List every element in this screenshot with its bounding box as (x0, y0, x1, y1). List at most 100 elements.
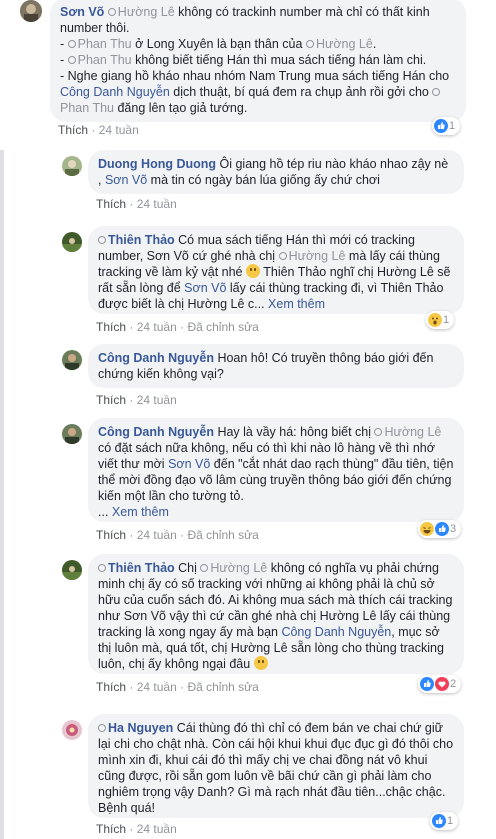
avatar[interactable] (62, 560, 82, 580)
tagged-user[interactable]: Hường Lê (316, 37, 373, 51)
reaction-count[interactable]: 3 (418, 520, 462, 538)
commenter-name[interactable]: Thiên Thảo (98, 561, 175, 575)
commenter-name[interactable]: Thiên Thảo (98, 233, 175, 247)
like-button[interactable]: Thích (96, 528, 126, 542)
reaction-count[interactable]: 2 (418, 675, 462, 693)
smile-emoji-icon (245, 264, 260, 278)
timestamp[interactable]: 24 tuần (137, 528, 177, 542)
separator: · (129, 528, 134, 542)
tag-icon (107, 8, 116, 16)
separator: · (180, 680, 185, 694)
comment-meta: Thích · 24 tuần · Đã chỉnh sửa (96, 680, 259, 694)
reaction-count[interactable]: 1 (432, 117, 461, 135)
comment-text: - Nghe giang hồ kháo nhau nhóm Nam Trung… (60, 69, 450, 83)
comment-text: ở Long Xuyên là bạn thân của (131, 37, 306, 51)
mention-link[interactable]: Công Danh Nguyễn (60, 85, 170, 99)
separator: · (129, 320, 134, 334)
commenter-name[interactable]: Duong Hong Duong (98, 157, 216, 171)
comment-text: Hay là vầy há: hông biết chị (213, 425, 375, 439)
tag-icon (98, 564, 106, 572)
comment-bubble: Ha Nguyen Cái thùng đó thì chỉ có đem bá… (88, 714, 464, 818)
separator: · (129, 822, 134, 836)
tagged-user[interactable]: Hường Lê (384, 425, 441, 439)
comment-text: Cái thùng đó thì chỉ có đem bán ve chai … (98, 721, 454, 815)
comment-meta: Thích · 24 tuần (96, 197, 177, 211)
like-button[interactable]: Thích (96, 393, 126, 407)
commenter-name[interactable]: Ha Nguyen (98, 721, 173, 735)
comment-meta: Thích · 24 tuần · Đã chỉnh sửa (96, 528, 259, 542)
edited-label[interactable]: Đã chỉnh sửa (187, 680, 258, 694)
tagged-user[interactable]: Phan Thu (78, 53, 132, 67)
tagged-user[interactable]: Phan Thu (78, 37, 132, 51)
comment-text: dịch thuật, bí quá đem ra chụp ảnh rồi g… (169, 85, 433, 99)
tag-icon (67, 40, 76, 48)
timestamp[interactable]: 24 tuần (99, 123, 139, 137)
like-button[interactable]: Thích (96, 320, 126, 334)
like-button[interactable]: Thích (96, 197, 126, 211)
edited-label[interactable]: Đã chỉnh sửa (187, 528, 258, 542)
mention-link[interactable]: Công Danh Nguyễn (281, 625, 391, 639)
tagged-user[interactable]: Hường Lê (210, 561, 267, 575)
timestamp[interactable]: 24 tuần (137, 680, 177, 694)
tag-icon (98, 236, 106, 244)
like-button[interactable]: Thích (96, 822, 126, 836)
avatar[interactable] (62, 232, 82, 252)
avatar[interactable] (62, 350, 82, 370)
commenter-name[interactable]: Sơn Võ (60, 5, 104, 19)
see-more-link[interactable]: Xem thêm (112, 505, 169, 519)
timestamp[interactable]: 24 tuần (137, 822, 177, 836)
tagged-user[interactable]: Phan Thu (60, 101, 114, 115)
reaction-number: 1 (447, 815, 454, 827)
tag-icon (67, 56, 76, 64)
commenter-name[interactable]: Công Danh Nguyễn (98, 351, 214, 365)
like-reaction-icon (434, 119, 448, 133)
timestamp[interactable]: 24 tuần (137, 393, 177, 407)
comment-text: không biết tiếng Hán thì mua sách tiếng … (131, 53, 427, 67)
mention-link[interactable]: Sơn Võ (105, 173, 147, 187)
timestamp[interactable]: 24 tuần (137, 197, 177, 211)
tagged-user[interactable]: Hường Lê (118, 5, 175, 19)
reaction-count[interactable]: 1 (430, 812, 459, 830)
comment-text: - (60, 53, 68, 67)
separator: · (180, 320, 185, 334)
tagged-user[interactable]: Hường Lê (289, 249, 346, 263)
comment-bubble: Duong Hong Duong Ôi giang hồ tép riu nào… (88, 150, 464, 194)
mention-link[interactable]: Sơn Võ (184, 281, 226, 295)
like-reaction-icon (432, 814, 446, 828)
avatar[interactable] (62, 156, 82, 176)
love-reaction-icon (435, 677, 449, 691)
mention-link[interactable]: Sơn Võ (168, 457, 210, 471)
like-button[interactable]: Thích (96, 680, 126, 694)
tag-icon (305, 40, 314, 48)
reaction-number: 3 (450, 523, 457, 535)
avatar[interactable] (62, 720, 82, 740)
timestamp[interactable]: 24 tuần (137, 320, 177, 334)
see-more-link[interactable]: Xem thêm (268, 297, 325, 311)
avatar[interactable] (62, 424, 82, 444)
reaction-number: 2 (450, 678, 457, 690)
comment-text: ... (98, 505, 112, 519)
comment-text: Chị (174, 561, 201, 575)
comment-meta: Thích · 24 tuần (58, 123, 139, 137)
comment-bubble: Sơn Võ Hường Lê không có trackinh number… (50, 0, 466, 122)
commenter-name[interactable]: Công Danh Nguyễn (98, 425, 214, 439)
comment-meta: Thích · 24 tuần · Đã chỉnh sửa (96, 320, 259, 334)
like-reaction-icon (420, 677, 434, 691)
comment-text: - (60, 37, 68, 51)
wow-reaction-icon (428, 313, 442, 327)
tag-icon (374, 428, 383, 436)
reaction-count[interactable]: 1 (426, 311, 455, 329)
comment-bubble: Thiên Thảo Chị Hường Lê không có nghĩa v… (88, 554, 464, 674)
avatar[interactable] (20, 0, 42, 22)
like-button[interactable]: Thích (58, 123, 88, 137)
reaction-number: 1 (449, 120, 456, 132)
comment-bubble: Công Danh Nguyễn Hay là vầy há: hông biế… (88, 418, 464, 522)
tag-icon (200, 564, 209, 572)
comment-text: đăng lên tạo giả tướng. (113, 101, 248, 115)
thread-line (0, 150, 4, 839)
comment-meta: Thích · 24 tuần (96, 393, 177, 407)
separator: · (129, 197, 134, 211)
comment-meta: Thích · 24 tuần (96, 822, 177, 836)
separator: · (129, 680, 134, 694)
edited-label[interactable]: Đã chỉnh sửa (187, 320, 258, 334)
